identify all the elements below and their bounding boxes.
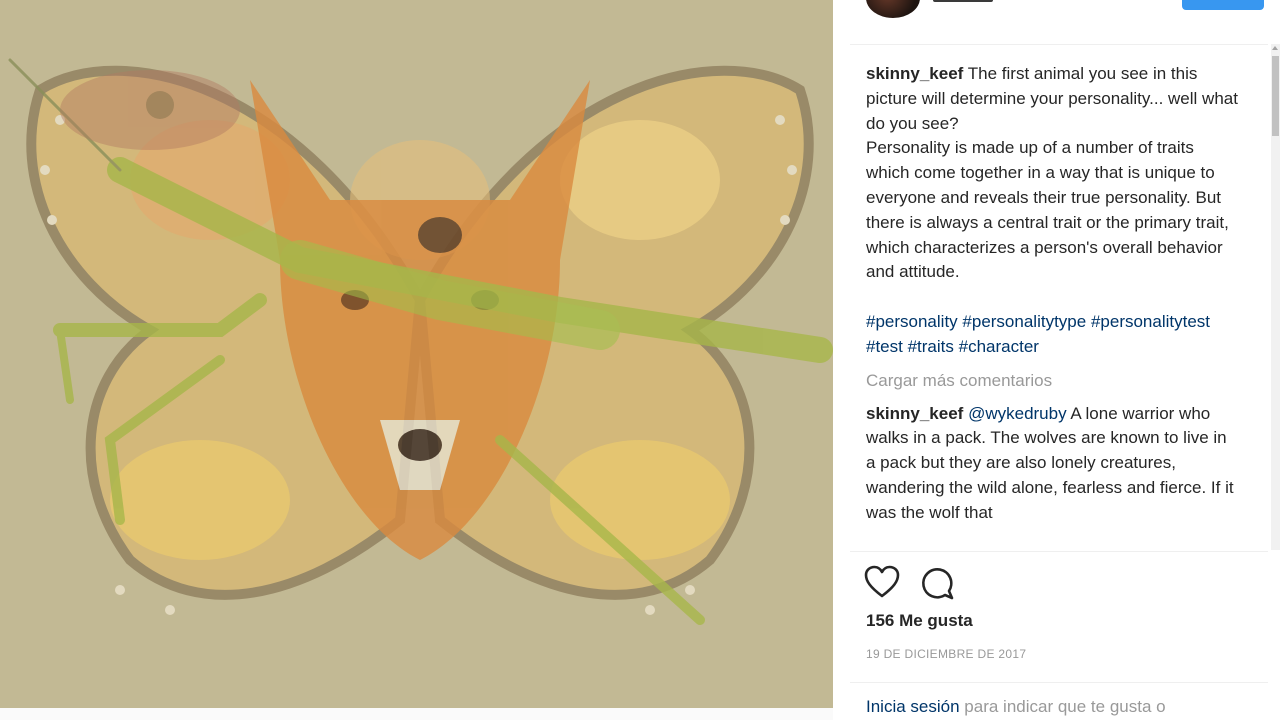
post-image[interactable] — [0, 0, 833, 708]
comment-mention[interactable]: @wykedruby — [968, 404, 1067, 423]
hashtags: #personality #personalitytype #personali… — [866, 310, 1238, 360]
caption: skinny_keef The first animal you see in … — [866, 62, 1238, 136]
hashtag-link[interactable]: #traits — [908, 337, 954, 356]
page-bottom-strip — [0, 708, 833, 720]
comment-icon[interactable] — [919, 565, 955, 601]
follow-button[interactable] — [1182, 0, 1264, 10]
comment: skinny_keef @wykedruby A lone warrior wh… — [866, 402, 1238, 526]
caption-paragraph: Personality is made up of a number of tr… — [866, 138, 1229, 282]
comments-list[interactable]: skinny_keef The first animal you see in … — [866, 62, 1238, 551]
illusion-artwork — [0, 0, 833, 708]
post-date: 19 DE DICIEMBRE DE 2017 — [866, 647, 1027, 661]
header-username-partial[interactable] — [933, 0, 993, 2]
login-prompt: Inicia sesión para indicar que te gusta … — [866, 697, 1166, 717]
login-link[interactable]: Inicia sesión — [866, 697, 960, 716]
comment-username[interactable]: skinny_keef — [866, 404, 963, 423]
heart-icon[interactable] — [864, 565, 900, 599]
hashtag-link[interactable]: #personalitytype — [962, 312, 1086, 331]
divider — [850, 551, 1268, 552]
caption-username[interactable]: skinny_keef — [866, 64, 963, 83]
divider — [850, 44, 1268, 45]
divider — [850, 682, 1268, 683]
hashtag-link[interactable]: #test — [866, 337, 903, 356]
login-prompt-text: para indicar que te gusta o — [964, 697, 1166, 716]
load-more-comments-button[interactable]: Cargar más comentarios — [866, 369, 1238, 394]
hashtag-link[interactable]: #personalitytest — [1091, 312, 1210, 331]
hashtag-link[interactable]: #personality — [866, 312, 958, 331]
like-count[interactable]: 156 Me gusta — [866, 611, 973, 631]
moth-wing — [60, 70, 240, 150]
scroll-up-arrow-icon[interactable] — [1272, 46, 1278, 50]
hashtag-link[interactable]: #character — [959, 337, 1039, 356]
scrollbar-thumb[interactable] — [1272, 56, 1279, 136]
